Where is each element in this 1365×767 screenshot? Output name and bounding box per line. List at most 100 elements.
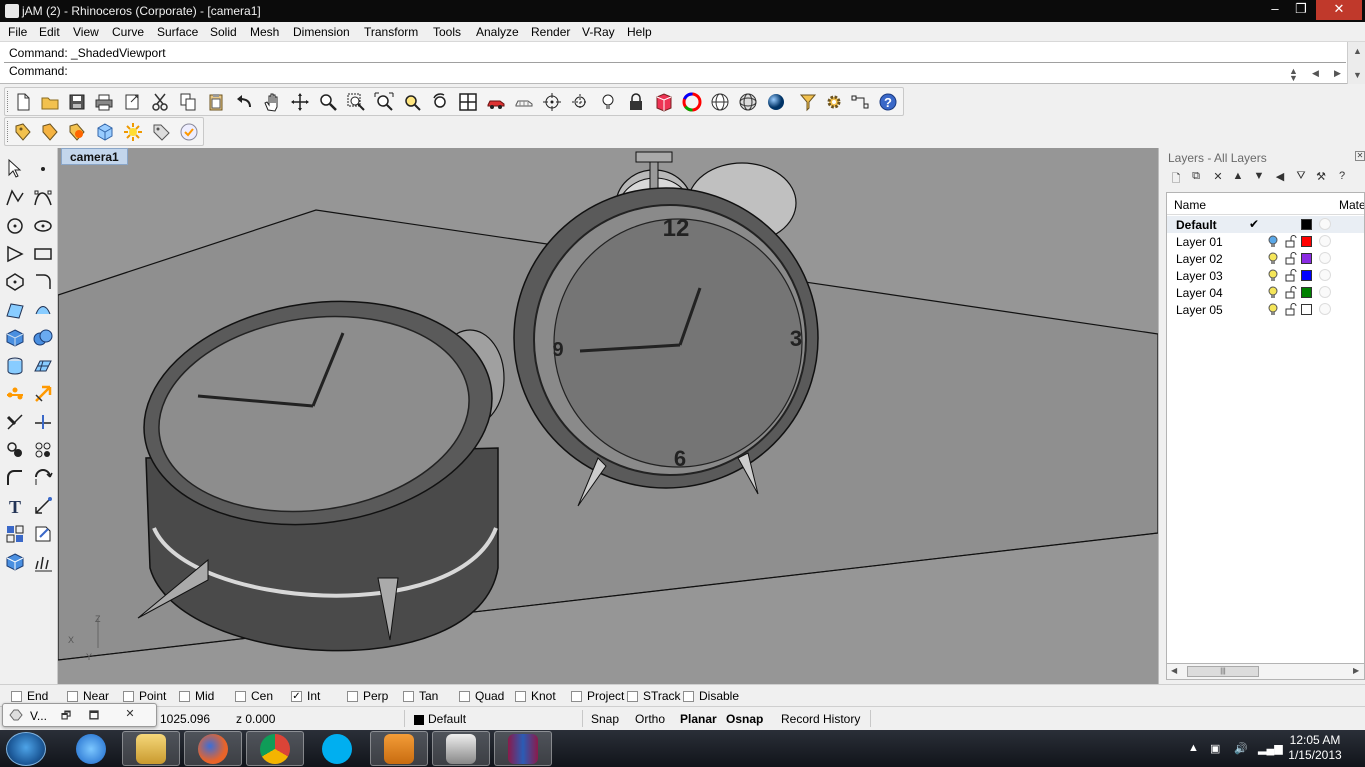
dimension-icon[interactable] xyxy=(30,493,56,519)
osnap-int[interactable]: ✓ Int xyxy=(291,689,320,703)
export-icon[interactable] xyxy=(120,91,144,113)
command-scrollbar[interactable]: ▲ ▼ xyxy=(1347,42,1365,84)
layer-color-swatch[interactable] xyxy=(1301,287,1312,298)
osnap-mid[interactable]: Mid xyxy=(179,689,214,703)
layer-name[interactable]: Layer 02 xyxy=(1176,252,1223,266)
pan-hand-icon[interactable] xyxy=(260,91,284,113)
text-icon[interactable]: T xyxy=(2,493,28,519)
taskbar-firefox[interactable] xyxy=(184,731,242,766)
osnap-point[interactable]: Point xyxy=(123,689,166,703)
undo-view-icon[interactable] xyxy=(428,91,452,113)
viewport-tab-camera1[interactable]: camera1 xyxy=(61,148,128,165)
cut-icon[interactable] xyxy=(148,91,172,113)
ortho-toggle[interactable]: Ortho xyxy=(635,712,665,726)
menu-analyze[interactable]: Analyze xyxy=(476,25,519,39)
light-bulb-icon[interactable] xyxy=(1267,235,1279,248)
layer-material-icon[interactable] xyxy=(1319,235,1331,247)
analyze-icon[interactable] xyxy=(30,549,56,575)
paste-icon[interactable] xyxy=(204,91,228,113)
checkbox[interactable] xyxy=(515,690,526,702)
car-render-icon[interactable] xyxy=(484,91,508,113)
light-bulb-icon[interactable] xyxy=(1267,303,1279,316)
sphere-render-icon[interactable] xyxy=(764,91,788,113)
checkbox[interactable] xyxy=(11,690,22,702)
osnap-near[interactable]: Near xyxy=(67,689,109,703)
light-bulb-icon[interactable] xyxy=(1267,252,1279,265)
record-history-toggle[interactable]: Record History xyxy=(781,712,860,726)
lock-icon[interactable] xyxy=(624,91,648,113)
cylinder-icon[interactable] xyxy=(2,353,28,379)
layer-name[interactable]: Layer 03 xyxy=(1176,269,1223,283)
move-up-icon[interactable]: ▲ xyxy=(1229,170,1247,186)
color-wheel-icon[interactable] xyxy=(680,91,704,113)
help-icon[interactable]: ? xyxy=(1333,170,1351,186)
vray-check-icon[interactable] xyxy=(177,121,201,143)
osnap-toggle[interactable]: Osnap xyxy=(726,712,763,726)
layer-color-swatch[interactable] xyxy=(1301,219,1312,230)
menu-view[interactable]: View xyxy=(73,25,99,39)
menu-vray[interactable]: V-Ray xyxy=(582,25,615,39)
unlock-icon[interactable] xyxy=(1285,286,1297,299)
maximize-icon[interactable]: 🗖 xyxy=(85,707,103,723)
edit-points-icon[interactable] xyxy=(2,381,28,407)
osnap-end[interactable]: End xyxy=(11,689,48,703)
close-button[interactable]: ✕ xyxy=(1316,0,1362,20)
fillet-curve-icon[interactable] xyxy=(30,269,56,295)
move-out-icon[interactable]: ◀ xyxy=(1271,170,1289,186)
current-layer-check[interactable]: ✔ xyxy=(1249,217,1259,231)
checkbox[interactable] xyxy=(627,690,638,702)
select-arrow-icon[interactable] xyxy=(2,156,28,182)
wireframe-car-icon[interactable] xyxy=(512,91,536,113)
rotate-view-icon[interactable] xyxy=(288,91,312,113)
minimized-window[interactable]: V... 🗗 🗖 ✕ xyxy=(2,703,157,727)
vray-render-icon[interactable] xyxy=(11,121,35,143)
circle-icon[interactable] xyxy=(2,213,28,239)
tray-volume-icon[interactable]: 🔊 xyxy=(1234,742,1248,755)
render-object-icon[interactable] xyxy=(2,549,28,575)
light-bulb-icon[interactable] xyxy=(1267,269,1279,282)
menu-dimension[interactable]: Dimension xyxy=(293,25,350,39)
checkbox[interactable] xyxy=(459,690,470,702)
checkbox[interactable] xyxy=(235,690,246,702)
layer-material-icon[interactable] xyxy=(1319,269,1331,281)
scroll-up-icon[interactable]: ▲ xyxy=(1353,46,1362,56)
layer-name[interactable]: Layer 04 xyxy=(1176,286,1223,300)
layer-color-swatch[interactable] xyxy=(1301,253,1312,264)
scroll-down-icon[interactable]: ▼ xyxy=(1353,70,1362,80)
transform-icon[interactable] xyxy=(30,381,56,407)
panel-close-icon[interactable]: ✕ xyxy=(1355,151,1365,161)
start-button[interactable] xyxy=(6,732,46,766)
mesh-plane-icon[interactable] xyxy=(30,353,56,379)
help-icon[interactable]: ? xyxy=(876,91,900,113)
taskbar-chrome[interactable] xyxy=(246,731,304,766)
menu-surface[interactable]: Surface xyxy=(157,25,198,39)
minimize-button[interactable]: – xyxy=(1262,0,1288,20)
checkbox[interactable] xyxy=(571,690,582,702)
menu-file[interactable]: File xyxy=(8,25,27,39)
scroll-left-icon[interactable]: ◀ xyxy=(1171,666,1177,675)
unlock-icon[interactable] xyxy=(1285,235,1297,248)
layer-material-icon[interactable] xyxy=(1319,286,1331,298)
surface-corner-icon[interactable] xyxy=(2,297,28,323)
unlock-icon[interactable] xyxy=(1285,252,1297,265)
checkbox[interactable] xyxy=(67,690,78,702)
fillet-icon[interactable] xyxy=(2,465,28,491)
delete-layer-icon[interactable]: ✕ xyxy=(1209,170,1227,186)
polyline-icon[interactable] xyxy=(2,185,28,211)
extrude-curve-icon[interactable] xyxy=(30,297,56,323)
osnap-strack[interactable]: STrack xyxy=(627,689,681,703)
undo-icon[interactable] xyxy=(232,91,256,113)
layer-color-swatch[interactable] xyxy=(1301,236,1312,247)
taskbar-skype[interactable] xyxy=(308,731,366,766)
layer-row[interactable]: Layer 02 xyxy=(1167,250,1364,267)
curve-cv-icon[interactable] xyxy=(30,185,56,211)
unlock-icon[interactable] xyxy=(1285,303,1297,316)
osnap-quad[interactable]: Quad xyxy=(459,689,504,703)
options-gear-icon[interactable] xyxy=(822,91,846,113)
planar-toggle[interactable]: Planar xyxy=(680,712,717,726)
taskbar-media-player[interactable] xyxy=(370,731,428,766)
menu-curve[interactable]: Curve xyxy=(112,25,144,39)
menu-tools[interactable]: Tools xyxy=(433,25,461,39)
scroll-right-icon[interactable]: ▶ xyxy=(1353,666,1359,675)
grid-snap-icon[interactable] xyxy=(568,91,592,113)
